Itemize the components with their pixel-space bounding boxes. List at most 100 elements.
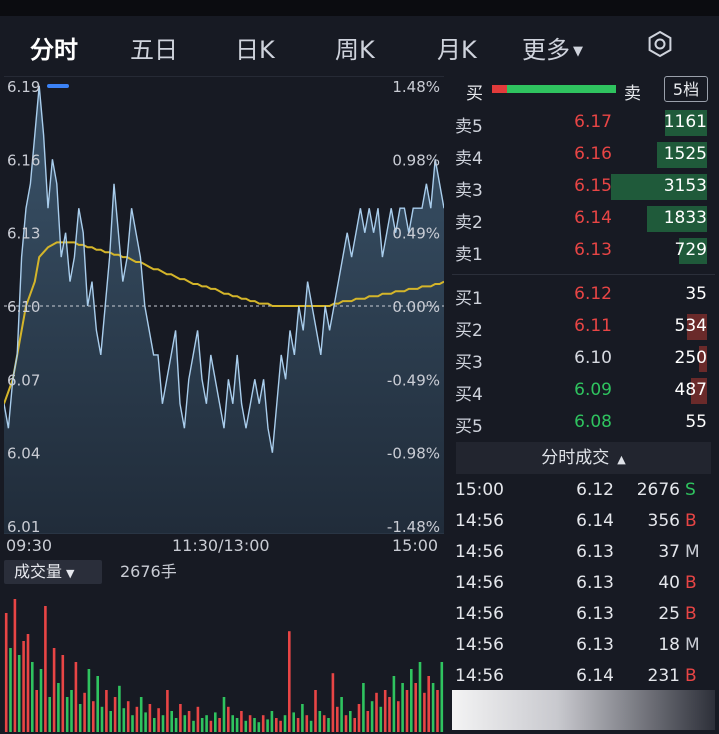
volume-chart xyxy=(4,599,444,732)
percent-axis-label: -0.49% xyxy=(387,371,440,389)
volume-bar xyxy=(222,697,226,732)
price-axis-label: 6.07 xyxy=(7,371,40,389)
bid-volume: 55 xyxy=(685,412,707,432)
volume-bar xyxy=(209,720,213,732)
volume-bar xyxy=(309,720,313,732)
ask-row-1[interactable]: 卖1 6.13 729 xyxy=(452,236,715,266)
volume-bar xyxy=(170,711,173,732)
volume-bar xyxy=(305,715,309,732)
bid-volume: 35 xyxy=(685,284,707,304)
ask-label: 卖2 xyxy=(455,213,483,233)
depth-levels-button[interactable]: 5档 xyxy=(664,76,708,102)
tick-direction: M xyxy=(685,635,700,655)
volume-bar xyxy=(388,697,391,732)
tick-row: 15:00 6.12 2676 S xyxy=(452,476,715,506)
tick-direction: B xyxy=(685,604,697,624)
tick-price: 6.13 xyxy=(576,573,614,593)
volume-bar xyxy=(353,718,356,732)
ask-row-5[interactable]: 卖5 6.17 1161 xyxy=(452,108,715,138)
bid-price: 6.10 xyxy=(574,348,612,368)
tab-more-label: 更多 xyxy=(522,36,570,64)
volume-bar xyxy=(397,701,400,732)
bid-price: 6.11 xyxy=(574,316,612,336)
volume-bar xyxy=(266,719,269,732)
ask-volume: 1525 xyxy=(663,144,707,164)
volume-bar xyxy=(362,683,365,732)
tick-row: 14:56 6.14 231 B xyxy=(452,662,715,692)
volume-bar xyxy=(235,718,239,732)
ask-price: 6.17 xyxy=(574,112,612,132)
tick-time: 14:56 xyxy=(455,573,504,593)
ask-label: 卖3 xyxy=(455,181,483,201)
settings-icon[interactable] xyxy=(646,30,674,58)
volume-bar xyxy=(196,706,200,732)
bid-volume: 487 xyxy=(674,380,707,400)
volume-bar xyxy=(187,711,191,732)
volume-bar xyxy=(383,690,387,732)
tick-direction: B xyxy=(685,511,697,531)
ask-price: 6.16 xyxy=(574,144,612,164)
time-and-sales-title: 分时成交 xyxy=(541,448,610,468)
bid-price: 6.12 xyxy=(574,284,612,304)
volume-bar xyxy=(401,683,404,732)
volume-bar xyxy=(375,692,378,732)
volume-bar xyxy=(331,673,335,732)
bid-row-3[interactable]: 买3 6.10 250 xyxy=(452,344,715,374)
volume-bar xyxy=(327,718,330,732)
volume-bar xyxy=(392,676,396,732)
bid-row-2[interactable]: 买2 6.11 534 xyxy=(452,312,715,342)
volume-bar xyxy=(39,669,43,732)
bid-row-4[interactable]: 买4 6.09 487 xyxy=(452,376,715,406)
tab-five-day[interactable]: 五日 xyxy=(130,30,178,65)
tab-weekly-k[interactable]: 周K xyxy=(335,30,375,65)
volume-bar xyxy=(96,676,99,732)
bid-row-1[interactable]: 买1 6.12 35 xyxy=(452,280,715,310)
ask-row-4[interactable]: 卖4 6.16 1525 xyxy=(452,140,715,170)
ask-volume: 3153 xyxy=(663,176,707,196)
volume-bar xyxy=(227,706,230,732)
volume-bar xyxy=(17,655,21,732)
tab-daily-k[interactable]: 日K xyxy=(235,30,275,65)
volume-bar xyxy=(192,720,195,732)
volume-bar xyxy=(65,697,69,732)
time-label-open: 09:30 xyxy=(6,536,53,555)
volume-bar xyxy=(270,711,274,732)
volume-bar xyxy=(4,613,8,732)
ask-row-3[interactable]: 卖3 6.15 3153 xyxy=(452,172,715,202)
volume-bar xyxy=(427,676,430,732)
tick-row: 14:56 6.14 356 B xyxy=(452,507,715,537)
tab-intraday[interactable]: 分时 xyxy=(30,30,78,65)
volume-bar xyxy=(288,631,291,732)
bid-row-5[interactable]: 买5 6.08 55 xyxy=(452,408,715,438)
volume-bar xyxy=(109,711,112,732)
volume-bar xyxy=(279,720,282,732)
tick-time: 15:00 xyxy=(455,480,504,500)
volume-indicator-select[interactable]: 成交量 ▼ xyxy=(4,560,102,584)
tick-volume: 231 xyxy=(647,666,680,686)
volume-bar xyxy=(35,690,38,732)
price-axis-label: 6.10 xyxy=(7,298,40,316)
tab-monthly-k[interactable]: 月K xyxy=(437,30,477,65)
volume-bar xyxy=(148,704,152,732)
ask-row-2[interactable]: 卖2 6.14 1833 xyxy=(452,204,715,234)
intraday-chart[interactable]: 6.19 6.16 6.13 6.10 6.07 6.04 6.01 1.48% 0.98% 0… xyxy=(4,76,444,534)
volume-bar xyxy=(336,706,339,732)
volume-bar xyxy=(431,683,435,732)
price-axis-label: 6.04 xyxy=(7,445,40,463)
volume-bar xyxy=(314,690,317,732)
tab-more[interactable]: 更多 ▼ xyxy=(522,30,583,65)
volume-bar xyxy=(410,669,413,732)
volume-bar xyxy=(366,711,370,732)
volume-bar xyxy=(244,720,248,732)
tick-price: 6.13 xyxy=(576,604,614,624)
time-and-sales-header[interactable]: 分时成交 ▲ xyxy=(456,442,711,474)
volume-bar xyxy=(183,715,187,732)
bid-volume: 534 xyxy=(674,316,707,336)
tick-price: 6.13 xyxy=(576,542,614,562)
tick-row: 14:56 6.13 25 B xyxy=(452,600,715,630)
volume-bar xyxy=(22,641,25,732)
buy-label: 买 xyxy=(466,84,483,104)
volume-bar xyxy=(161,715,165,732)
volume-bar xyxy=(257,722,261,732)
volume-bar xyxy=(301,704,304,732)
